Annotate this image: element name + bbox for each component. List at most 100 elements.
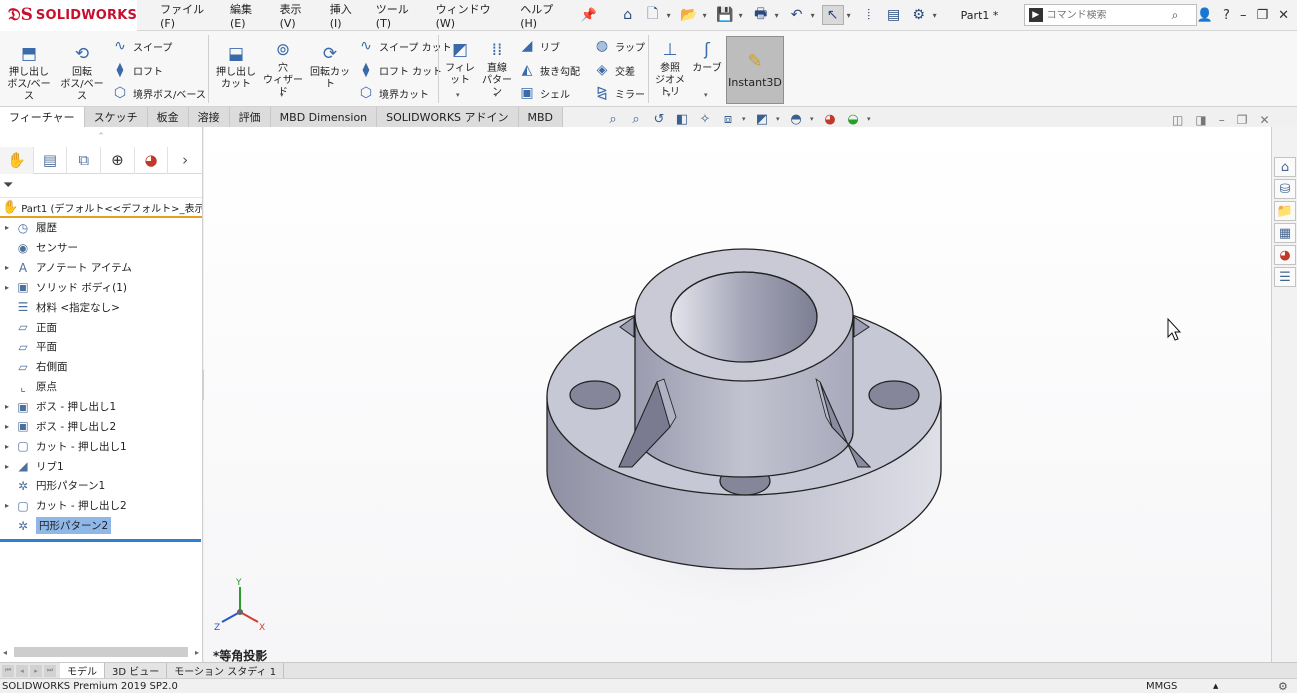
instant3d-button[interactable]: ✎ Instant3D — [726, 36, 784, 104]
tab-model[interactable]: モデル — [60, 662, 105, 679]
menu-file[interactable]: ファイル(F) — [153, 1, 223, 30]
dynamic-annotation-icon[interactable]: ✧ — [696, 110, 714, 128]
menu-edit[interactable]: 編集(E) — [223, 1, 273, 30]
expand-arrow-icon[interactable]: ▸ — [0, 263, 14, 272]
prev-tab-icon[interactable]: ◂ — [16, 664, 28, 677]
feature-manager-tab-icon[interactable]: ✋ — [0, 146, 34, 174]
loft-button[interactable]: ⧫ ロフト — [111, 60, 163, 80]
rebuild-status-icon[interactable]: ⚙ — [1278, 680, 1288, 693]
zoom-to-area-icon[interactable]: ⌕ — [627, 110, 645, 128]
bolt-hole-right[interactable] — [868, 380, 920, 410]
save-dropdown-icon[interactable]: ▾ — [739, 11, 747, 20]
expand-arrow-icon[interactable]: ▸ — [0, 422, 14, 431]
menu-help[interactable]: ヘルプ(H) — [513, 1, 574, 30]
expand-arrow-icon[interactable]: ▸ — [0, 501, 14, 510]
reference-geometry-button[interactable]: ⊥ 参照 ジオメトリ — [651, 39, 689, 99]
menu-insert[interactable]: 挿入(I) — [323, 1, 369, 30]
rib-button[interactable]: ◢ リブ — [518, 36, 560, 56]
hole-wizard-button[interactable]: ⊚ 穴 ウィザード — [260, 39, 306, 99]
scroll-right-icon[interactable]: ▸ — [192, 648, 202, 657]
apply-scene-dropdown-icon[interactable]: ▾ — [867, 115, 873, 123]
panel-grip[interactable]: ⌃ — [0, 127, 202, 147]
sweep-button[interactable]: ∿ スイープ — [111, 36, 172, 56]
custom-properties-icon[interactable]: ☰ — [1274, 267, 1296, 287]
tree-node[interactable]: ▸ ◢ リブ1 — [0, 456, 202, 476]
boundary-cut-button[interactable]: ⬡ 境界カット — [357, 83, 429, 103]
user-account-icon[interactable]: 👤 — [1197, 8, 1213, 23]
print-icon[interactable]: 🖶 — [750, 5, 772, 25]
tab-mbd[interactable]: MBD — [518, 107, 564, 127]
tree-node[interactable]: ▸ ▣ ソリッド ボディ(1) — [0, 278, 202, 298]
edit-appearance-icon[interactable]: ◕ — [821, 110, 839, 128]
dimxpert-manager-tab-icon[interactable]: ⊕ — [101, 146, 135, 174]
tree-node[interactable]: ▸ ▣ ボス - 押し出し1 — [0, 397, 202, 417]
hide-show-dropdown-icon[interactable]: ▾ — [810, 115, 816, 123]
boundary-boss-button[interactable]: ⬡ 境界ボス/ベース — [111, 83, 206, 103]
extrude-cut-button[interactable]: ⬓ 押し出し カット — [212, 43, 260, 91]
tab-evaluate[interactable]: 評価 — [229, 107, 271, 127]
wrap-button[interactable]: ◍ ラップ — [593, 36, 645, 56]
tree-filter[interactable]: ⏷ — [0, 174, 202, 198]
curves-dropdown-icon[interactable]: ▾ — [704, 91, 708, 99]
scroll-thumb[interactable] — [14, 647, 188, 657]
traffic-light-icon[interactable]: ⦙ — [858, 5, 880, 25]
command-search-box[interactable]: ▶ ⌕ — [1023, 4, 1197, 26]
tree-horizontal-scrollbar[interactable]: ◂ ▸ — [0, 646, 202, 658]
expand-arrow-icon[interactable]: ▸ — [0, 442, 14, 451]
more-tabs-chevron-icon[interactable]: › — [168, 147, 202, 174]
tab-features[interactable]: フィーチャー — [0, 107, 85, 127]
pin-menu-icon[interactable]: 📌 — [580, 8, 596, 23]
tree-node[interactable]: ▸ ◷ 履歴 — [0, 218, 202, 238]
mirror-button[interactable]: ⧎ ミラー — [593, 83, 645, 103]
last-tab-icon[interactable]: ⏭ — [44, 664, 56, 677]
next-tab-icon[interactable]: ▸ — [30, 664, 42, 677]
new-dropdown-icon[interactable]: ▾ — [667, 11, 675, 20]
part-model[interactable] — [204, 127, 1271, 662]
tree-node[interactable]: ▸ ▢ カット - 押し出し2 — [0, 496, 202, 516]
first-tab-icon[interactable]: ⏮ — [2, 664, 14, 677]
curves-button[interactable]: ʃ カーブ — [690, 39, 724, 75]
shell-button[interactable]: ▣ シェル — [518, 83, 570, 103]
draft-button[interactable]: ◭ 抜き勾配 — [518, 60, 580, 80]
expand-arrow-icon[interactable]: ▸ — [0, 462, 14, 471]
scroll-left-icon[interactable]: ◂ — [0, 648, 10, 657]
tree-node[interactable]: ▱ 右側面 — [0, 357, 202, 377]
tree-node[interactable]: ✲ 円形パターン2 — [0, 516, 202, 542]
viewport-restore-icon[interactable]: ❐ — [1237, 113, 1248, 127]
view-orientation-icon[interactable]: ⧈ — [719, 110, 737, 128]
expand-arrow-icon[interactable]: ▸ — [0, 402, 14, 411]
tree-node[interactable]: ▸ ▣ ボス - 押し出し2 — [0, 416, 202, 436]
tree-node[interactable]: ▱ 正面 — [0, 317, 202, 337]
view-palette-icon[interactable]: ▦ — [1274, 223, 1296, 243]
fillet-dropdown-icon[interactable]: ▾ — [456, 91, 460, 99]
linear-pattern-button[interactable]: ⁞⁞ 直線 パターン — [480, 39, 514, 99]
viewport-minimize-icon[interactable]: – — [1219, 113, 1225, 127]
section-view-icon[interactable]: ◧ — [673, 110, 691, 128]
tab-motion-study-1[interactable]: モーション スタディ 1 — [167, 662, 285, 679]
tree-node[interactable]: ☰ 材料 <指定なし> — [0, 297, 202, 317]
tree-node[interactable]: ▸ A アノテート アイテム — [0, 258, 202, 278]
unit-system[interactable]: MMGS — [1146, 681, 1177, 692]
expand-arrow-icon[interactable]: ▸ — [0, 223, 14, 232]
command-search-input[interactable] — [1046, 9, 1172, 21]
apply-scene-icon[interactable]: ◒ — [844, 110, 862, 128]
undo-icon[interactable]: ↶ — [786, 5, 808, 25]
tree-node[interactable]: ⌞ 原点 — [0, 377, 202, 397]
open-icon[interactable]: 📂 — [678, 5, 700, 25]
save-icon[interactable]: 💾 — [714, 5, 736, 25]
display-style-dropdown-icon[interactable]: ▾ — [776, 115, 782, 123]
home-icon[interactable]: ⌂ — [617, 5, 639, 25]
bolt-hole-left[interactable] — [569, 380, 621, 410]
tree-root-part[interactable]: ✋ Part1 (デフォルト<<デフォルト>_表示状態 — [0, 198, 202, 218]
file-properties-icon[interactable]: ▤ — [883, 5, 905, 25]
graphics-area[interactable]: Y X Z *等角投影 — [204, 127, 1271, 662]
intersect-button[interactable]: ◈ 交差 — [593, 60, 635, 80]
print-dropdown-icon[interactable]: ▾ — [775, 11, 783, 20]
tab-3d-views[interactable]: 3D ビュー — [105, 662, 168, 679]
help-icon[interactable]: ? — [1223, 8, 1230, 23]
viewport-split-icon[interactable]: ◫ — [1172, 113, 1183, 127]
open-dropdown-icon[interactable]: ▾ — [703, 11, 711, 20]
new-document-icon[interactable]: 🗋 — [642, 5, 664, 25]
hide-show-items-icon[interactable]: ◓ — [787, 110, 805, 128]
loft-cut-button[interactable]: ⧫ ロフト カット — [357, 60, 443, 80]
